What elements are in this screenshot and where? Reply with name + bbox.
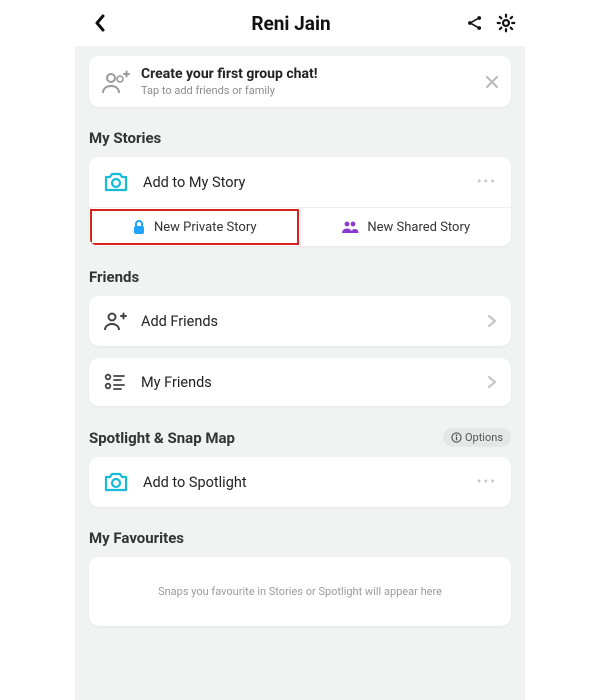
new-shared-story-label: New Shared Story [367, 220, 470, 235]
share-icon [465, 13, 485, 33]
new-private-story-label: New Private Story [154, 220, 257, 235]
friends-heading: Friends [89, 268, 511, 286]
camera-icon [103, 471, 129, 493]
new-private-story-button[interactable]: New Private Story [89, 208, 301, 246]
add-to-spotlight-row[interactable]: Add to Spotlight ••• [89, 457, 511, 507]
story-type-row: New Private Story New Shared Story [89, 207, 511, 246]
lock-icon [132, 219, 146, 235]
story-more-button[interactable]: ••• [477, 174, 497, 190]
spotlight-options-button[interactable]: Options [443, 428, 511, 447]
prompt-text: Create your first group chat! Tap to add… [141, 66, 318, 97]
profile-screen: Reni Jain Create your first group chat! … [75, 0, 525, 700]
share-button[interactable] [465, 13, 485, 33]
group-add-icon [101, 69, 131, 95]
add-spotlight-label: Add to Spotlight [143, 474, 463, 491]
add-friends-row[interactable]: Add Friends [89, 296, 511, 346]
gear-icon [495, 12, 517, 34]
add-friends-card: Add Friends [89, 296, 511, 346]
new-shared-story-button[interactable]: New Shared Story [301, 208, 512, 246]
person-add-icon [103, 310, 127, 332]
dismiss-prompt-button[interactable] [485, 75, 499, 89]
add-story-label: Add to My Story [143, 174, 463, 191]
close-icon [485, 75, 499, 89]
spotlight-more-button[interactable]: ••• [477, 474, 497, 490]
my-stories-heading: My Stories [89, 129, 511, 147]
my-friends-card: My Friends [89, 358, 511, 406]
favourites-empty-state: Snaps you favourite in Stories or Spotli… [89, 557, 511, 626]
info-icon [451, 432, 462, 443]
options-label: Options [465, 431, 503, 444]
spotlight-card: Add to Spotlight ••• [89, 457, 511, 507]
my-stories-card: Add to My Story ••• New Private Story Ne… [89, 157, 511, 246]
add-to-my-story-row[interactable]: Add to My Story ••• [89, 157, 511, 207]
add-friends-label: Add Friends [141, 313, 473, 330]
camera-icon [103, 171, 129, 193]
friends-list-icon [103, 372, 127, 392]
chevron-right-icon [487, 314, 497, 328]
prompt-subtitle: Tap to add friends or family [141, 84, 318, 97]
my-friends-row[interactable]: My Friends [89, 358, 511, 406]
back-button[interactable] [83, 14, 117, 32]
spotlight-heading: Spotlight & Snap Map [89, 429, 235, 447]
favourites-heading: My Favourites [89, 529, 511, 547]
chevron-right-icon [487, 375, 497, 389]
people-icon [341, 220, 359, 234]
prompt-title: Create your first group chat! [141, 66, 318, 82]
chevron-left-icon [93, 14, 107, 32]
settings-button[interactable] [495, 12, 517, 34]
group-chat-prompt[interactable]: Create your first group chat! Tap to add… [89, 56, 511, 107]
page-title: Reni Jain [117, 12, 465, 35]
my-friends-label: My Friends [141, 374, 473, 391]
header-bar: Reni Jain [75, 0, 525, 46]
favourites-empty-text: Snaps you favourite in Stories or Spotli… [158, 585, 442, 598]
